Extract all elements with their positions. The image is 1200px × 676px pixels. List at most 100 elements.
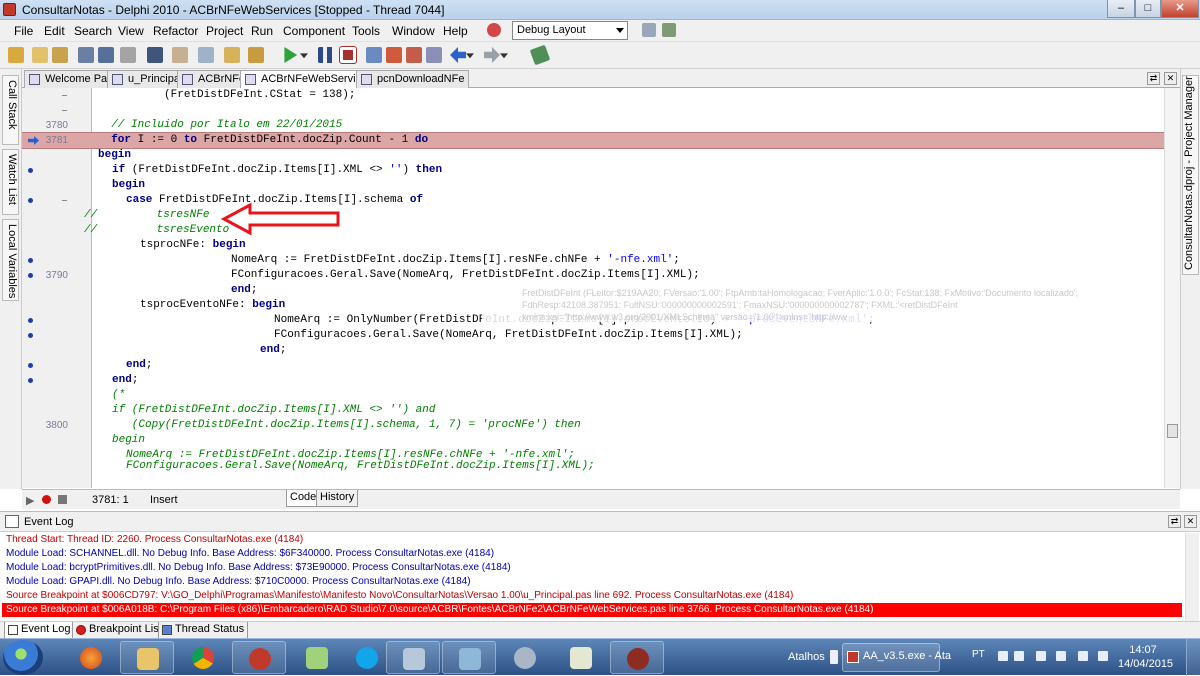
taskbar-app-delphi[interactable] bbox=[610, 641, 664, 674]
unit-list-icon[interactable] bbox=[172, 47, 188, 63]
forward-arrow-icon[interactable] bbox=[484, 47, 500, 63]
trace-into-icon[interactable] bbox=[386, 47, 402, 63]
step-over-icon[interactable] bbox=[406, 47, 422, 63]
back-dropdown-icon[interactable] bbox=[466, 53, 474, 59]
tab-options-icon[interactable]: ⇄ bbox=[1147, 72, 1160, 85]
code-line[interactable]: end; bbox=[22, 358, 1164, 373]
code-line[interactable]: FConfiguracoes.Geral.Save(NomeArq, FretD… bbox=[22, 328, 1164, 343]
record-macro-icon[interactable] bbox=[42, 495, 51, 504]
language-indicator[interactable]: PT bbox=[972, 649, 985, 660]
tab-pcndownloadnfe[interactable]: pcnDownloadNFe bbox=[356, 70, 470, 88]
taskbar-chrome[interactable] bbox=[176, 641, 230, 674]
open-icon[interactable] bbox=[32, 47, 48, 63]
log-line[interactable]: Source Breakpoint at $006CD797: V:\GO_De… bbox=[6, 589, 793, 603]
network-icon[interactable] bbox=[1078, 651, 1088, 661]
menu-project[interactable]: Project bbox=[206, 24, 243, 38]
close-button[interactable]: ✕ bbox=[1161, 0, 1199, 18]
start-button[interactable] bbox=[3, 640, 43, 675]
tab-close-icon[interactable]: ✕ bbox=[1164, 72, 1177, 85]
desktop-layout-select[interactable]: Debug Layout bbox=[512, 21, 628, 40]
code-line[interactable]: if (FretDistDFeInt.docZip.Items[I].XML <… bbox=[22, 403, 1164, 418]
panel-pin-icon[interactable]: ⇄ bbox=[1168, 515, 1181, 528]
atalhos-toolbar[interactable]: Atalhos bbox=[788, 651, 825, 663]
tab-thread-status[interactable]: Thread Status bbox=[158, 622, 249, 639]
code-line[interactable]: tsprocNFe: begin bbox=[22, 238, 1164, 253]
add-file-icon[interactable] bbox=[224, 47, 240, 63]
save-icon[interactable] bbox=[78, 47, 94, 63]
volume-icon[interactable] bbox=[1098, 651, 1108, 661]
code-line[interactable]: // tsresNFe bbox=[22, 208, 1164, 223]
tab-watch-list[interactable]: Watch List bbox=[2, 149, 19, 215]
code-line[interactable]: if (FretDistDFeInt.docZip.Items[I].XML <… bbox=[22, 163, 1164, 178]
code-line-breakpoint[interactable]: 3781 for I := 0 to FretDistDFeInt.docZip… bbox=[22, 132, 1164, 149]
code-line[interactable]: FConfiguracoes.Geral.Save(NomeArq, FretD… bbox=[22, 460, 1164, 478]
menu-refactor[interactable]: Refactor bbox=[153, 24, 198, 38]
tab-breakpoint-list[interactable]: Breakpoint List bbox=[72, 622, 166, 639]
code-line[interactable] bbox=[22, 103, 1164, 118]
keyboard-icon[interactable] bbox=[998, 651, 1008, 661]
log-line-selected[interactable]: Source Breakpoint at $006A018B: C:\Progr… bbox=[2, 603, 1182, 617]
help-book-icon[interactable] bbox=[529, 44, 551, 66]
taskbar-running-app[interactable]: AA_v3.5.exe - Ata bbox=[842, 643, 951, 672]
form-list-icon[interactable] bbox=[198, 47, 214, 63]
open-project-icon[interactable] bbox=[52, 47, 68, 63]
clock[interactable]: 14:07 14/04/2015 bbox=[1118, 643, 1173, 671]
menu-tools[interactable]: Tools bbox=[352, 24, 380, 38]
code-line[interactable]: NomeArq := FretDistDFeInt.docZip.Items[I… bbox=[22, 253, 1164, 268]
tab-project-manager[interactable]: ConsultarNotas.dproj - Project Manager bbox=[1182, 75, 1199, 275]
log-line[interactable]: Module Load: GPAPI.dll. No Debug Info. B… bbox=[6, 575, 471, 589]
taskbar-app-gear[interactable] bbox=[498, 641, 552, 674]
code-line[interactable]: (* bbox=[22, 388, 1164, 403]
code-line[interactable]: end; bbox=[22, 373, 1164, 388]
menu-component[interactable]: Component bbox=[283, 24, 345, 38]
tray-arrow-icon[interactable] bbox=[1014, 651, 1024, 661]
tab-history[interactable]: History bbox=[316, 490, 359, 507]
run-icon[interactable] bbox=[284, 47, 298, 63]
run-to-cursor-icon[interactable] bbox=[426, 47, 442, 63]
step-into-icon[interactable] bbox=[366, 47, 382, 63]
menu-edit[interactable]: Edit bbox=[44, 24, 65, 38]
code-line[interactable]: // tsresEvento bbox=[22, 223, 1164, 238]
play-macro-icon[interactable]: ▶ bbox=[26, 494, 34, 507]
code-line[interactable]: 3790 FConfiguracoes.Geral.Save(NomeArq, F… bbox=[22, 268, 1164, 283]
floppy-icon[interactable] bbox=[147, 47, 163, 63]
back-arrow-icon[interactable] bbox=[450, 47, 466, 63]
taskbar-app-notepad[interactable] bbox=[554, 641, 608, 674]
save-desktop-icon[interactable] bbox=[642, 23, 656, 37]
tab-event-log[interactable]: Event Log bbox=[4, 622, 75, 639]
taskbar-explorer[interactable] bbox=[120, 641, 174, 674]
panel-close-icon[interactable]: ✕ bbox=[1184, 515, 1197, 528]
close-file-icon[interactable] bbox=[120, 47, 136, 63]
expand-arrow-icon[interactable] bbox=[830, 650, 838, 664]
code-editor[interactable]: (FretDistDFeInt.CStat = 138); 3780 // In… bbox=[22, 88, 1164, 488]
save-all-icon[interactable] bbox=[98, 47, 114, 63]
help-red-icon[interactable] bbox=[487, 23, 501, 37]
tab-call-stack[interactable]: Call Stack bbox=[2, 75, 19, 145]
remove-file-icon[interactable] bbox=[248, 47, 264, 63]
menu-run[interactable]: Run bbox=[251, 24, 273, 38]
log-line[interactable]: Thread Start: Thread ID: 2260. Process C… bbox=[6, 533, 303, 547]
minimize-button[interactable]: – bbox=[1107, 0, 1135, 18]
code-line[interactable]: begin bbox=[22, 178, 1164, 193]
tab-local-variables[interactable]: Local Variables bbox=[2, 219, 19, 301]
stop-macro-icon[interactable] bbox=[58, 495, 67, 504]
editor-vertical-scrollbar[interactable] bbox=[1164, 88, 1180, 488]
code-line[interactable]: begin bbox=[22, 148, 1164, 163]
maximize-button[interactable]: □ bbox=[1135, 0, 1161, 18]
set-debug-desktop-icon[interactable] bbox=[662, 23, 676, 37]
menu-search[interactable]: Search bbox=[74, 24, 112, 38]
pause-icon[interactable] bbox=[318, 47, 334, 63]
show-desktop-button[interactable] bbox=[1186, 639, 1200, 676]
tab-u-principal[interactable]: u_Principal bbox=[107, 70, 188, 88]
taskbar-app-document[interactable] bbox=[442, 641, 496, 674]
taskbar-app-red[interactable] bbox=[232, 641, 286, 674]
taskbar-app-network[interactable] bbox=[290, 641, 344, 674]
forward-dropdown-icon[interactable] bbox=[500, 53, 508, 59]
menu-window[interactable]: Window bbox=[392, 24, 435, 38]
stop-icon[interactable] bbox=[339, 46, 357, 64]
battery-icon[interactable] bbox=[1056, 651, 1066, 661]
code-line[interactable]: end; bbox=[22, 343, 1164, 358]
scrollbar-thumb[interactable] bbox=[1167, 424, 1178, 438]
code-line[interactable]: (FretDistDFeInt.CStat = 138); bbox=[22, 88, 1164, 103]
menu-help[interactable]: Help bbox=[443, 24, 468, 38]
